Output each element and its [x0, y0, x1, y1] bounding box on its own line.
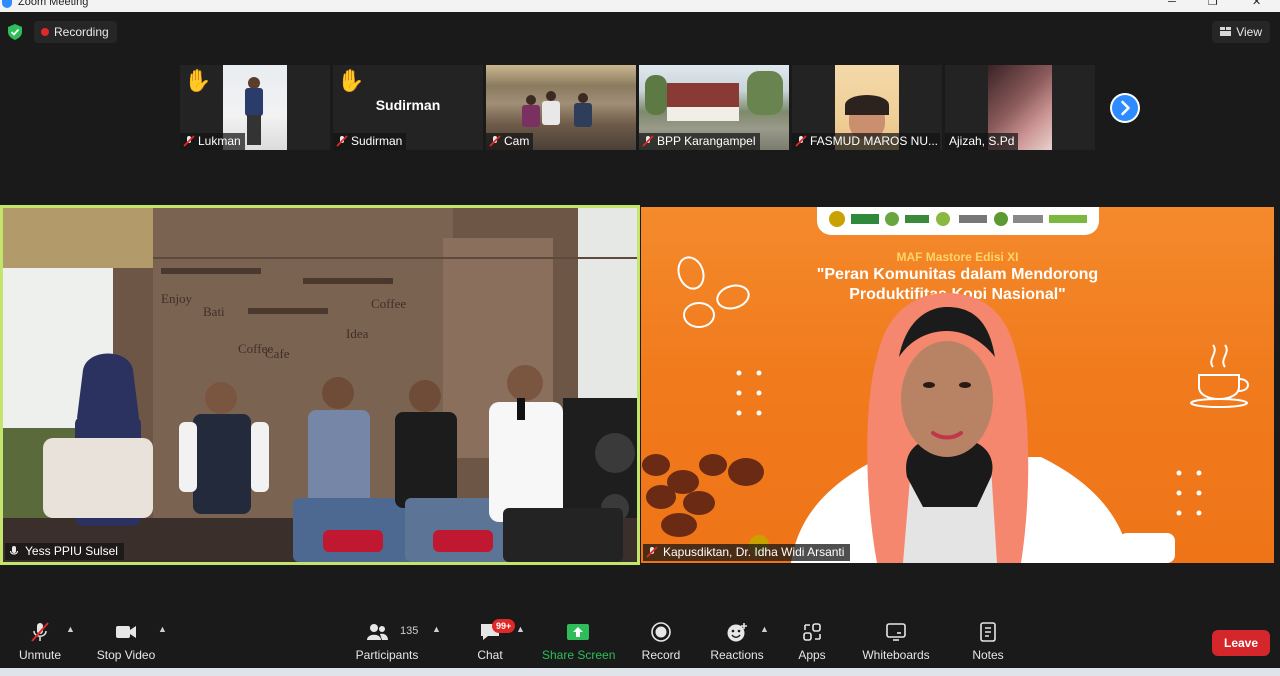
svg-text:Bati: Bati	[203, 304, 225, 319]
video-frame	[642, 256, 1249, 563]
chat-unread-badge: 99+	[492, 619, 516, 633]
apps-button[interactable]: Apps	[792, 612, 832, 668]
grid-view-icon	[1220, 27, 1232, 36]
minimize-icon[interactable]: ─	[1168, 0, 1176, 8]
mic-muted-icon	[31, 622, 49, 642]
chat-label: Chat	[477, 648, 503, 662]
mic-muted-icon	[336, 135, 348, 147]
window-titlebar: Zoom Meeting ─ ❐ ✕	[0, 0, 1280, 12]
shield-icon[interactable]	[8, 24, 22, 40]
reactions-button[interactable]: Reactions	[708, 612, 766, 668]
recording-indicator[interactable]: Recording	[34, 21, 117, 43]
view-label: View	[1236, 25, 1262, 39]
apps-icon	[803, 623, 821, 641]
participant-namebar: Lukman	[180, 133, 245, 150]
participant-namebar: Kapusdiktan, Dr. Idha Widi Arsanti	[643, 544, 851, 561]
stop-video-button[interactable]: Stop Video	[94, 612, 158, 668]
reactions-smiley-icon	[727, 623, 747, 642]
mic-muted-icon	[489, 135, 501, 147]
record-icon	[651, 622, 671, 642]
participant-name: BPP Karangampel	[657, 134, 756, 148]
participant-namebar: Cam	[486, 133, 534, 150]
svg-text:Idea: Idea	[346, 326, 369, 341]
reactions-options-chevron-up-icon[interactable]: ▲	[760, 624, 769, 634]
unmute-button[interactable]: Unmute	[10, 612, 70, 668]
participant-tile[interactable]: FASMUD MAROS NU...	[792, 65, 942, 150]
participant-namebar: Ajizah, S.Pd	[945, 133, 1019, 150]
chevron-right-icon	[1121, 100, 1130, 116]
whiteboards-button[interactable]: Whiteboards	[860, 612, 932, 668]
zoom-app-icon	[2, 0, 12, 8]
participant-namebar: Sudirman	[333, 133, 407, 150]
participant-name: Ajizah, S.Pd	[949, 134, 1015, 148]
mic-muted-icon	[183, 135, 195, 147]
share-screen-icon	[567, 624, 589, 640]
recording-dot-icon	[41, 28, 49, 36]
apps-label: Apps	[798, 648, 826, 662]
svg-text:Enjoy: Enjoy	[161, 291, 193, 306]
participant-name: Sudirman	[351, 134, 403, 148]
raised-hand-icon: ✋	[337, 68, 365, 93]
stop-video-label: Stop Video	[96, 648, 156, 662]
participant-name: Cam	[504, 134, 530, 148]
view-button[interactable]: View	[1212, 21, 1270, 43]
participants-count: 135	[400, 625, 419, 637]
record-label: Record	[641, 648, 681, 662]
participant-name: FASMUD MAROS NU...	[810, 134, 939, 148]
participant-tile[interactable]: ✋ Lukman	[180, 65, 330, 150]
next-page-button[interactable]	[1110, 93, 1140, 123]
mic-muted-icon	[795, 135, 807, 147]
record-button[interactable]: Record	[638, 612, 684, 668]
participant-namebar: FASMUD MAROS NU...	[792, 133, 940, 150]
participants-label: Participants	[355, 648, 419, 662]
participant-tile[interactable]: ✋ Sudirman Sudirman	[333, 65, 483, 150]
participant-tile[interactable]: BPP Karangampel	[639, 65, 789, 150]
participant-tile[interactable]: Ajizah, S.Pd	[945, 65, 1095, 150]
participant-name: Yess PPIU Sulsel	[25, 544, 118, 558]
unmute-label: Unmute	[18, 648, 62, 662]
participants-options-chevron-up-icon[interactable]: ▲	[432, 624, 441, 634]
svg-text:Cafe: Cafe	[265, 346, 290, 361]
whiteboards-label: Whiteboards	[862, 648, 930, 662]
notes-label: Notes	[972, 648, 1004, 662]
notes-icon	[980, 622, 996, 642]
participant-name: Lukman	[198, 134, 241, 148]
speaker-video-right[interactable]: MAF Mastore Edisi XI "Peran Komunitas da…	[641, 207, 1274, 563]
mic-unmuted-icon	[9, 546, 19, 555]
share-screen-button[interactable]: Share Screen	[542, 612, 616, 668]
participant-display-name: Sudirman	[375, 97, 441, 113]
mic-muted-icon	[646, 546, 658, 558]
share-screen-label: Share Screen	[542, 648, 616, 662]
recording-label: Recording	[54, 25, 109, 39]
meeting-toolbar: Unmute ▲ Stop Video ▲ 135 Participants ▲…	[0, 612, 1280, 668]
notes-button[interactable]: Notes	[966, 612, 1010, 668]
mic-muted-icon	[642, 135, 654, 147]
raised-hand-icon: ✋	[184, 68, 212, 93]
whiteboard-icon	[886, 623, 906, 641]
video-camera-icon	[116, 626, 136, 638]
participants-icon	[366, 624, 388, 640]
participant-namebar: BPP Karangampel	[639, 133, 760, 150]
leave-button[interactable]: Leave	[1212, 630, 1270, 656]
chat-options-chevron-up-icon[interactable]: ▲	[516, 624, 525, 634]
video-options-chevron-up-icon[interactable]: ▲	[158, 624, 167, 634]
gallery-strip: ✋ Lukman ✋ Sudirman Sudirman Cam BPP Kar…	[0, 65, 1280, 150]
window-title: Zoom Meeting	[18, 0, 89, 8]
os-taskbar	[0, 668, 1280, 676]
participant-tile[interactable]: Cam	[486, 65, 636, 150]
svg-text:Coffee: Coffee	[371, 296, 406, 311]
participant-name: Kapusdiktan, Dr. Idha Widi Arsanti	[663, 545, 845, 559]
close-icon[interactable]: ✕	[1252, 0, 1261, 8]
meeting-topbar: Recording View	[0, 12, 1280, 52]
participant-namebar: Yess PPIU Sulsel	[5, 543, 124, 560]
audio-options-chevron-up-icon[interactable]: ▲	[66, 624, 75, 634]
speaker-video-left[interactable]: Enjoy Bati Coffee Cafe Idea Coffee Yess …	[0, 205, 640, 565]
chat-button[interactable]: 99+ Chat	[470, 612, 516, 668]
restore-icon[interactable]: ❐	[1208, 0, 1218, 8]
video-frame: Enjoy Bati Coffee Cafe Idea Coffee	[3, 208, 637, 562]
participants-button[interactable]: 135 Participants	[352, 612, 422, 668]
reactions-label: Reactions	[710, 648, 764, 662]
